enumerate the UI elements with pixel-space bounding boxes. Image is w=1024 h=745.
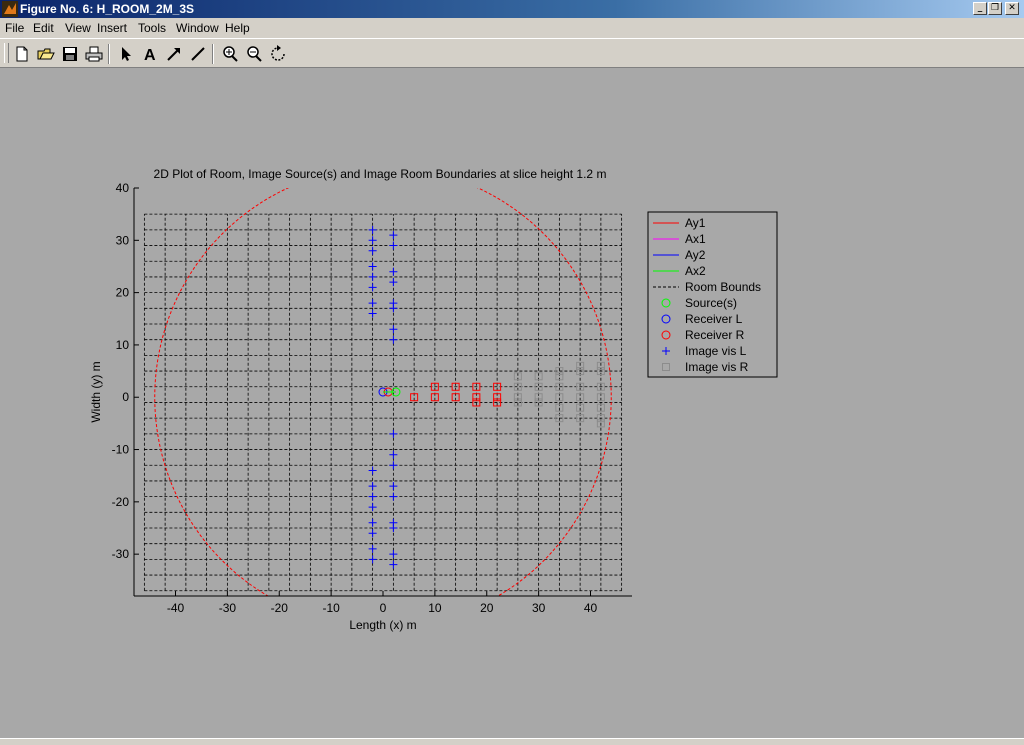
- x-tick-label: -30: [219, 601, 237, 615]
- legend-entry-label: Source(s): [685, 296, 737, 310]
- y-tick-label: 0: [122, 390, 129, 404]
- x-tick-label: -40: [167, 601, 185, 615]
- y-tick-label: 20: [116, 286, 130, 300]
- y-tick-label: -10: [112, 443, 130, 457]
- x-tick-label: 20: [480, 601, 494, 615]
- y-tick-label: -30: [112, 547, 130, 561]
- y-tick-label: 30: [116, 233, 130, 247]
- legend-entry-label: Ay1: [685, 216, 706, 230]
- legend-entry-label: Image vis R: [685, 360, 749, 374]
- x-tick-label: -20: [271, 601, 289, 615]
- y-tick-label: -20: [112, 495, 130, 509]
- y-axis-label: Width (y) m: [89, 361, 103, 422]
- x-tick-label: 10: [428, 601, 442, 615]
- legend-entry-label: Ay2: [685, 248, 706, 262]
- x-axis-label: Length (x) m: [349, 618, 416, 632]
- legend-entry-label: Ax2: [685, 264, 706, 278]
- legend-entry-label: Ax1: [685, 232, 706, 246]
- legend-entry-label: Image vis L: [685, 344, 747, 358]
- legend-entry-label: Room Bounds: [685, 280, 761, 294]
- figure-canvas: -40 -30 -20 -10 0 10 20 30 40 -30 -20 -10 0 10 20 30 40 2…: [89, 167, 778, 632]
- x-tick-label: -10: [322, 601, 340, 615]
- x-tick-label: 30: [532, 601, 546, 615]
- x-tick-label: 0: [380, 601, 387, 615]
- y-tick-label: 10: [116, 338, 130, 352]
- y-tick-label: 40: [116, 181, 130, 195]
- legend-entry-label: Receiver R: [685, 328, 745, 342]
- x-tick-label: 40: [584, 601, 598, 615]
- chart-title: 2D Plot of Room, Image Source(s) and Ima…: [154, 167, 607, 181]
- legend-entry-label: Receiver L: [685, 312, 743, 326]
